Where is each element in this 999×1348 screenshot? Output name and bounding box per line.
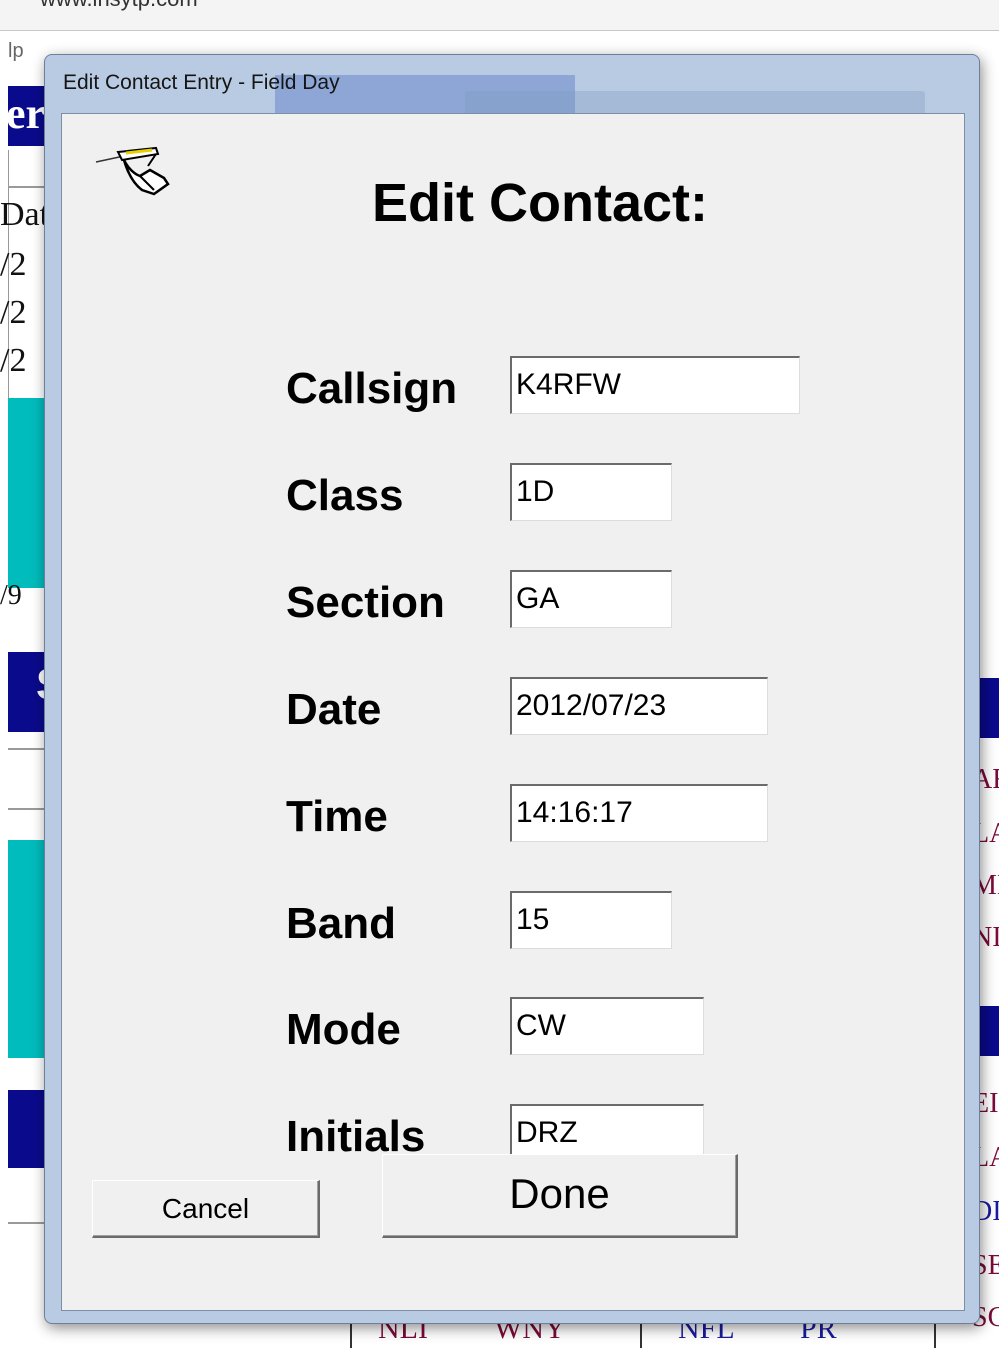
date-input[interactable]: 2012/07/23 bbox=[510, 677, 768, 735]
background-row: /9 bbox=[0, 580, 22, 611]
section-label: Section bbox=[286, 578, 445, 627]
callsign-label: Callsign bbox=[286, 364, 458, 413]
class-row: Class 1D bbox=[62, 463, 962, 525]
background-right-bar bbox=[978, 1006, 999, 1056]
background-teal-panel bbox=[8, 398, 48, 588]
background-teal-panel bbox=[8, 840, 48, 1058]
background-row: /2 bbox=[0, 246, 27, 283]
background-right-bar bbox=[978, 678, 999, 738]
time-row: Time 14:16:17 bbox=[62, 784, 962, 846]
date-row: Date 2012/07/23 bbox=[62, 677, 962, 739]
dialog-title: Edit Contact Entry - Field Day bbox=[63, 71, 340, 94]
edit-contact-dialog[interactable]: Edit Contact Entry - Field Day Edit Cont… bbox=[44, 54, 980, 1324]
mode-label: Mode bbox=[286, 1005, 401, 1054]
time-label: Time bbox=[286, 792, 388, 841]
class-label: Class bbox=[286, 471, 404, 520]
class-input[interactable]: 1D bbox=[510, 463, 672, 521]
background-url-strip: www.insytp.com bbox=[0, 0, 999, 31]
band-row: Band 15 bbox=[62, 891, 962, 953]
dialog-client-area: Edit Contact: Callsign K4RFW Class 1D Se… bbox=[61, 113, 965, 1311]
background-navy-panel bbox=[8, 1090, 48, 1168]
background-row: /2 bbox=[0, 294, 27, 331]
date-label: Date bbox=[286, 685, 382, 734]
background-menu-partial: lp bbox=[8, 40, 24, 62]
section-row: Section GA bbox=[62, 570, 962, 632]
cancel-button[interactable]: Cancel bbox=[92, 1180, 320, 1238]
band-input[interactable]: 15 bbox=[510, 891, 672, 949]
section-input[interactable]: GA bbox=[510, 570, 672, 628]
band-label: Band bbox=[286, 899, 396, 948]
done-button[interactable]: Done bbox=[382, 1154, 738, 1238]
callsign-row: Callsign K4RFW bbox=[62, 356, 962, 418]
background-header-text: er bbox=[6, 89, 46, 138]
time-input[interactable]: 14:16:17 bbox=[510, 784, 768, 842]
background-column-header: Dat bbox=[0, 196, 50, 233]
mode-row: Mode CW bbox=[62, 997, 962, 1059]
dialog-heading: Edit Contact: bbox=[372, 173, 708, 233]
background-url-text: www.insytp.com bbox=[40, 0, 198, 12]
background-row: /2 bbox=[0, 342, 27, 379]
callsign-input[interactable]: K4RFW bbox=[510, 356, 800, 414]
mode-input[interactable]: CW bbox=[510, 997, 704, 1055]
